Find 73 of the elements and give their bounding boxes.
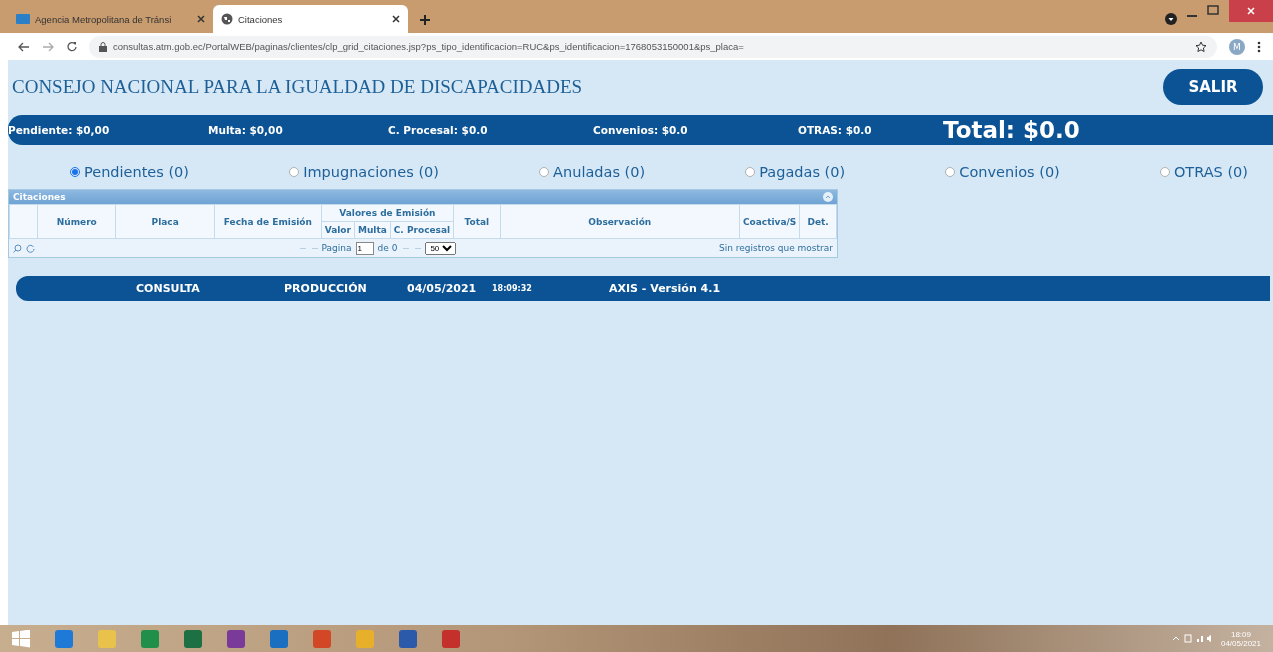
reload-icon[interactable] — [66, 41, 77, 52]
close-icon — [1247, 7, 1255, 15]
column-header[interactable]: Fecha de Emisión — [214, 204, 322, 239]
summary-amount: Multa: $0,00 — [208, 124, 284, 136]
summary-amount: Pendiente: $0,00 — [8, 124, 111, 136]
browser-tab[interactable]: Citaciones — [213, 5, 408, 33]
back-arrow-icon[interactable] — [18, 41, 30, 52]
filter-radio[interactable]: Convenios (0) — [945, 161, 1060, 183]
app-tile-icon[interactable] — [270, 629, 288, 648]
column-header[interactable]: Número — [37, 204, 116, 239]
search-icon[interactable] — [13, 243, 22, 253]
app-tile-icon[interactable] — [227, 629, 245, 648]
tab-title: Citaciones — [238, 13, 284, 25]
app-tile-icon[interactable] — [313, 629, 331, 648]
tab-title: Agencia Metropolitana de Tránsi — [35, 13, 173, 25]
profile-menu-icon[interactable] — [1165, 13, 1177, 25]
radio-dot-icon[interactable] — [539, 167, 550, 177]
column-header[interactable]: Placa — [115, 204, 215, 239]
collapse-icon[interactable] — [823, 192, 833, 202]
footer-label: CONSULTA — [136, 282, 201, 295]
app-tile-icon[interactable] — [356, 629, 374, 648]
radio-dot-icon[interactable] — [945, 167, 956, 177]
total-amount: Total: $0.0 — [943, 117, 1081, 143]
maximize-icon[interactable] — [1207, 5, 1219, 15]
app-tile-icon[interactable] — [141, 629, 159, 648]
site-logo-icon — [16, 14, 30, 24]
more-menu-icon[interactable] — [1257, 40, 1261, 53]
page-count: de 0 — [377, 243, 398, 253]
app-tile-icon[interactable] — [98, 629, 116, 648]
footer-label: PRODUCCIÓN — [284, 282, 368, 295]
footer-version: AXIS - Versión 4.1 — [609, 282, 722, 295]
pager-label: Pagina — [321, 243, 352, 253]
filter-radio[interactable]: Pagadas (0) — [745, 161, 846, 183]
summary-amount: C. Procesal: $0.0 — [388, 124, 489, 136]
page-title: CONSEJO NACIONAL PARA LA IGUALDAD DE DISCAPACIDADES — [12, 76, 583, 98]
close-icon[interactable] — [392, 15, 400, 23]
column-header[interactable]: Total — [453, 204, 501, 239]
exit-button[interactable]: SALIR — [1163, 69, 1263, 105]
radio-dot-icon[interactable] — [289, 167, 300, 177]
column-header[interactable]: Coactiva/S — [739, 204, 800, 239]
browser-tab[interactable]: Agencia Metropolitana de Tránsi — [8, 5, 213, 33]
footer-date: 04/05/2021 — [407, 282, 478, 295]
column-group-header: Valores de Emisión — [321, 204, 454, 222]
footer-time: 18:09:32 — [492, 284, 533, 293]
column-header[interactable]: Observación — [500, 204, 740, 239]
app-tile-icon[interactable] — [184, 629, 202, 648]
lock-icon — [99, 41, 107, 52]
grid-title: Citaciones — [13, 192, 66, 202]
summary-amount: Convenios: $0.0 — [593, 124, 689, 136]
close-icon[interactable] — [197, 15, 205, 23]
filter-radio[interactable]: Pendientes (0) — [70, 161, 189, 183]
filter-radio[interactable]: OTRAS (0) — [1159, 161, 1248, 183]
app-tile-icon[interactable] — [55, 629, 73, 648]
app-tile-icon[interactable] — [399, 629, 417, 648]
forward-arrow-icon[interactable] — [42, 41, 54, 52]
filter-radio[interactable]: Impugnaciones (0) — [289, 161, 439, 183]
tray-icons-icon[interactable] — [1172, 634, 1213, 643]
radio-dot-icon[interactable] — [745, 167, 756, 177]
summary-amount: OTRAS: $0.0 — [798, 124, 873, 136]
address-bar[interactable]: consultas.atm.gob.ec/PortalWEB/paginas/clientes/clp_grid_citaciones.jsp?ps_tipo_identificacion=RUC&ps_identificacion=1768053150001&ps_placa= — [89, 35, 1217, 58]
page-number-field[interactable]: 1 — [355, 241, 374, 255]
plus-icon[interactable] — [418, 13, 432, 27]
app-tile-icon[interactable] — [442, 629, 460, 648]
windows-start-icon[interactable] — [12, 629, 30, 648]
star-icon[interactable] — [1195, 40, 1207, 53]
radio-dot-icon[interactable] — [1159, 167, 1170, 177]
window-close-button[interactable] — [1229, 0, 1273, 22]
filter-radio[interactable]: Anuladas (0) — [539, 161, 646, 183]
refresh-icon[interactable] — [26, 243, 35, 253]
records-status: Sin registros que mostrar — [718, 243, 833, 253]
column-header[interactable]: Det. — [799, 204, 837, 239]
radio-dot-icon[interactable] — [70, 167, 80, 177]
page-size-select[interactable]: 50 — [425, 241, 457, 255]
